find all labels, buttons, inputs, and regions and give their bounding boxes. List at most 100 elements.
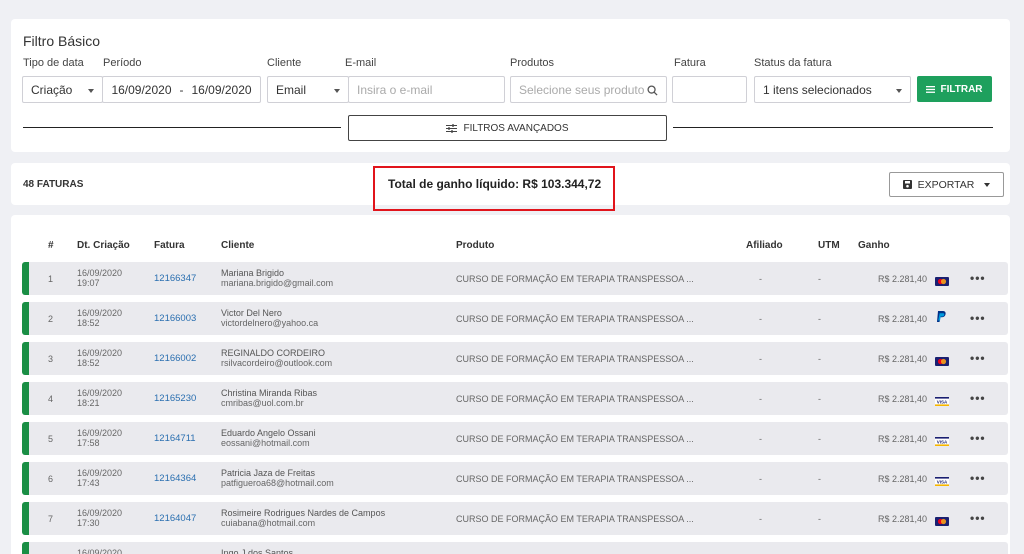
- row-more-options-button[interactable]: •••: [970, 431, 986, 445]
- table-row[interactable]: 16/09/2020 Ingo J dos Santos: [22, 542, 1008, 554]
- client-email: eossani@hotmail.com: [221, 438, 310, 448]
- invoice-link[interactable]: 12164711: [154, 433, 196, 444]
- row-date: 16/09/2020: [77, 348, 123, 358]
- row-utm: -: [818, 274, 821, 284]
- period-date-range[interactable]: 16/09/2020 - 16/09/2020: [102, 76, 261, 103]
- row-date: 16/09/2020: [77, 308, 123, 318]
- table-row[interactable]: 4 16/09/2020 18:21 12165230 Christina Mirand…: [22, 382, 1008, 415]
- advanced-filters-button[interactable]: FILTROS AVANÇADOS: [348, 115, 667, 141]
- header-earning: Ganho: [858, 240, 890, 251]
- divider-right: [673, 127, 993, 128]
- row-creation-datetime: 16/09/2020 17:58: [77, 428, 122, 448]
- header-creation-date: Dt. Criação: [77, 240, 130, 251]
- row-earning: R$ 2.281,40: [878, 394, 928, 404]
- row-time: 19:07: [77, 278, 100, 288]
- row-client: REGINALDO CORDEIRO rsilvacordeiro@outlook…: [221, 348, 332, 368]
- label-invoice: Fatura: [674, 57, 706, 69]
- row-utm: -: [818, 514, 821, 524]
- paypal-icon: [935, 310, 947, 328]
- row-client: Mariana Brigido mariana.brigido@gmail.com: [221, 268, 333, 288]
- row-creation-datetime: 16/09/2020 18:52: [77, 348, 122, 368]
- row-product: CURSO DE FORMAÇÃO EM TERAPIA TRANSPESSOA…: [456, 434, 694, 444]
- client-select[interactable]: Email: [267, 76, 349, 103]
- row-affiliate: -: [759, 314, 762, 324]
- period-start: 16/09/2020: [111, 82, 172, 97]
- client-name: Patricia Jaza de Freitas: [221, 468, 316, 478]
- table-row[interactable]: 6 16/09/2020 17:43 12164364 Patricia Jaza de…: [22, 462, 1008, 495]
- client-name: Ingo J dos Santos: [221, 548, 294, 554]
- client-email: patfigueroa68@hotmail.com: [221, 478, 334, 488]
- row-time: 18:52: [77, 358, 100, 368]
- row-creation-datetime: 16/09/2020 17:30: [77, 508, 122, 528]
- row-client: Victor Del Nero victordelnero@yahoo.ca: [221, 308, 318, 328]
- svg-text:VISA: VISA: [937, 479, 948, 484]
- row-more-options-button[interactable]: •••: [970, 511, 986, 525]
- row-more-options-button[interactable]: •••: [970, 271, 986, 285]
- table-row[interactable]: 7 16/09/2020 17:30 12164047 Rosimeire Rodrig…: [22, 502, 1008, 535]
- chevron-down-icon: [88, 89, 94, 93]
- period-separator: -: [179, 82, 184, 97]
- mastercard-icon: [935, 353, 949, 371]
- sliders-icon: [446, 123, 458, 133]
- table-row[interactable]: 1 16/09/2020 19:07 12166347 Mariana Brigido m…: [22, 262, 1008, 295]
- date-type-select[interactable]: Criação: [22, 76, 103, 103]
- filter-button[interactable]: FILTRAR: [917, 76, 992, 102]
- table-row[interactable]: 5 16/09/2020 17:58 12164711 Eduardo Angelo O…: [22, 422, 1008, 455]
- invoice-link[interactable]: 12166003: [154, 313, 196, 324]
- label-client: Cliente: [267, 57, 302, 69]
- export-button[interactable]: EXPORTAR: [889, 172, 1004, 197]
- mastercard-icon: [935, 273, 949, 291]
- row-product: CURSO DE FORMAÇÃO EM TERAPIA TRANSPESSOA…: [456, 514, 694, 524]
- row-earning: R$ 2.281,40: [878, 434, 928, 444]
- table-row[interactable]: 2 16/09/2020 18:52 12166003 Victor Del Nero v…: [22, 302, 1008, 335]
- row-more-options-button[interactable]: •••: [970, 351, 986, 365]
- row-client: Ingo J dos Santos: [221, 548, 293, 554]
- invoice-link[interactable]: 12166347: [154, 273, 196, 284]
- client-name: Rosimeire Rodrigues Nardes de Campos: [221, 508, 386, 518]
- invoice-link[interactable]: 12165230: [154, 393, 196, 404]
- table-row[interactable]: 3 16/09/2020 18:52 12166002 REGINALDO CORDEI…: [22, 342, 1008, 375]
- row-more-options-button[interactable]: •••: [970, 471, 986, 485]
- row-creation-datetime: 16/09/2020 17:43: [77, 468, 122, 488]
- invoice-link[interactable]: 12166002: [154, 353, 196, 364]
- row-date: 16/09/2020: [77, 268, 123, 278]
- row-time: 17:43: [77, 478, 100, 488]
- invoices-table: # Dt. Criação Fatura Cliente Produto Afi…: [11, 215, 1010, 554]
- label-period: Período: [103, 57, 142, 69]
- invoice-status-select[interactable]: 1 itens selecionados: [754, 76, 911, 103]
- filter-title: Filtro Básico: [23, 33, 101, 49]
- filter-lines-icon: [926, 85, 936, 93]
- basic-filter-panel: Filtro Básico Tipo de data Período Clien…: [11, 19, 1010, 152]
- row-product: CURSO DE FORMAÇÃO EM TERAPIA TRANSPESSOA…: [456, 394, 694, 404]
- header-affiliate: Afiliado: [746, 240, 783, 251]
- invoice-link[interactable]: 12164364: [154, 473, 196, 484]
- row-client: Eduardo Angelo Ossani eossani@hotmail.com: [221, 428, 316, 448]
- advanced-filters-label: FILTROS AVANÇADOS: [463, 122, 569, 134]
- row-more-options-button[interactable]: •••: [970, 311, 986, 325]
- chevron-down-icon: [984, 182, 991, 187]
- products-select[interactable]: Selecione seus produto: [510, 76, 667, 103]
- row-more-options-button[interactable]: •••: [970, 391, 986, 405]
- row-utm: -: [818, 314, 821, 324]
- row-creation-datetime: 16/09/2020 18:52: [77, 308, 122, 328]
- row-utm: -: [818, 394, 821, 404]
- row-affiliate: -: [759, 514, 762, 524]
- row-creation-datetime: 16/09/2020 18:21: [77, 388, 122, 408]
- row-number: 1: [48, 274, 54, 284]
- client-email: mariana.brigido@gmail.com: [221, 278, 334, 288]
- row-affiliate: -: [759, 394, 762, 404]
- visa-icon: VISA: [935, 473, 949, 491]
- period-end: 16/09/2020: [191, 82, 252, 97]
- client-name: Eduardo Angelo Ossani: [221, 428, 316, 438]
- invoice-input[interactable]: [672, 76, 747, 103]
- header-client: Cliente: [221, 240, 255, 251]
- row-product: CURSO DE FORMAÇÃO EM TERAPIA TRANSPESSOA…: [456, 354, 694, 364]
- row-client: Christina Miranda Ribas cmribas@uol.com.b…: [221, 388, 317, 408]
- client-email: cuiabana@hotmail.com: [221, 518, 316, 528]
- invoice-count: 48 FATURAS: [23, 179, 84, 190]
- client-email: rsilvacordeiro@outlook.com: [221, 358, 333, 368]
- row-affiliate: -: [759, 474, 762, 484]
- row-creation-datetime: 16/09/2020 19:07: [77, 268, 122, 288]
- email-input[interactable]: Insira o e-mail: [348, 76, 505, 103]
- invoice-link[interactable]: 12164047: [154, 513, 196, 524]
